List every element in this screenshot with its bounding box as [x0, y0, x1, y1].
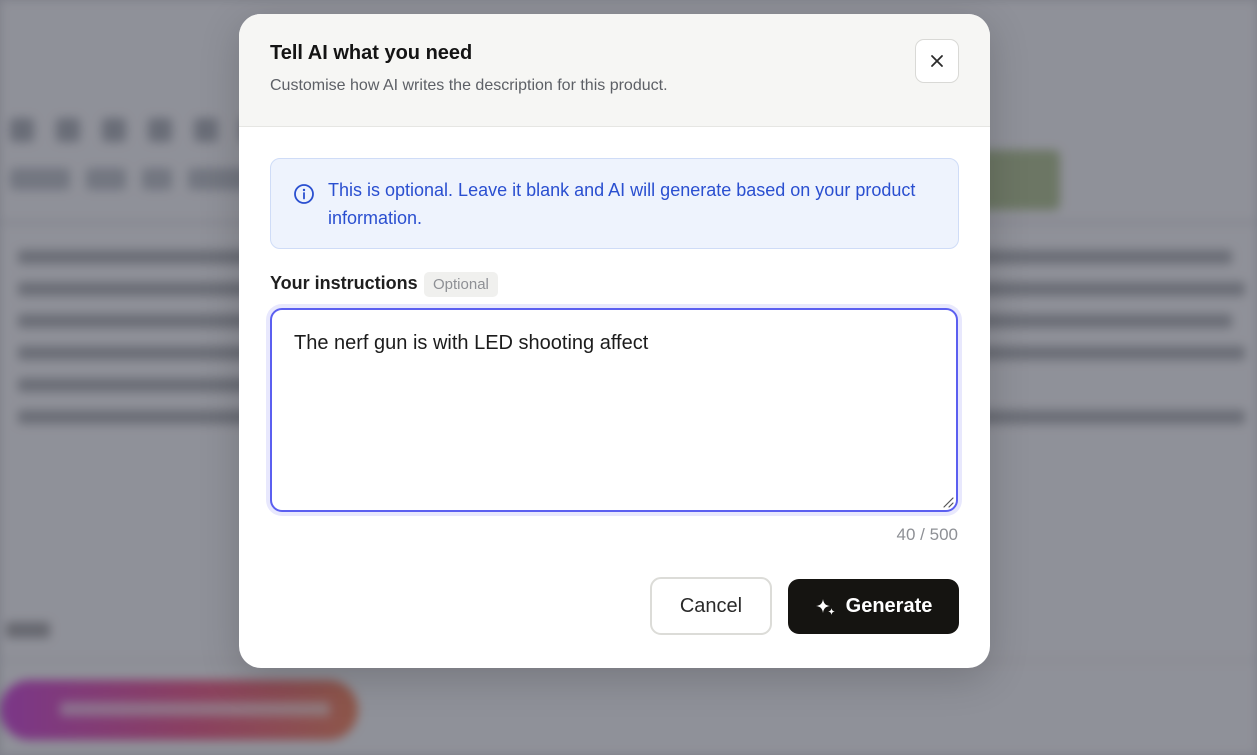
generate-button[interactable]: Generate — [788, 579, 959, 634]
ai-instructions-dialog: Tell AI what you need Customise how AI w… — [239, 14, 990, 668]
info-icon — [294, 184, 314, 204]
resize-handle-icon[interactable] — [940, 494, 954, 508]
dialog-title: Tell AI what you need — [270, 42, 473, 64]
optional-info-banner: This is optional. Leave it blank and AI … — [270, 158, 959, 249]
instructions-label: Your instructions — [270, 273, 418, 293]
instructions-value: The nerf gun is with LED shooting affect — [294, 332, 649, 354]
sparkle-icon — [815, 598, 835, 615]
optional-badge: Optional — [424, 272, 498, 297]
instructions-textarea[interactable]: The nerf gun is with LED shooting affect — [270, 308, 958, 512]
dialog-subtitle: Customise how AI writes the description … — [270, 77, 668, 94]
dialog-header: Tell AI what you need Customise how AI w… — [239, 14, 990, 127]
character-counter: 40 / 500 — [896, 525, 958, 544]
cancel-button[interactable]: Cancel — [650, 577, 772, 635]
close-icon — [931, 55, 943, 67]
info-text: This is optional. Leave it blank and AI … — [328, 180, 916, 228]
close-button[interactable] — [915, 39, 959, 83]
generate-label: Generate — [845, 595, 933, 617]
